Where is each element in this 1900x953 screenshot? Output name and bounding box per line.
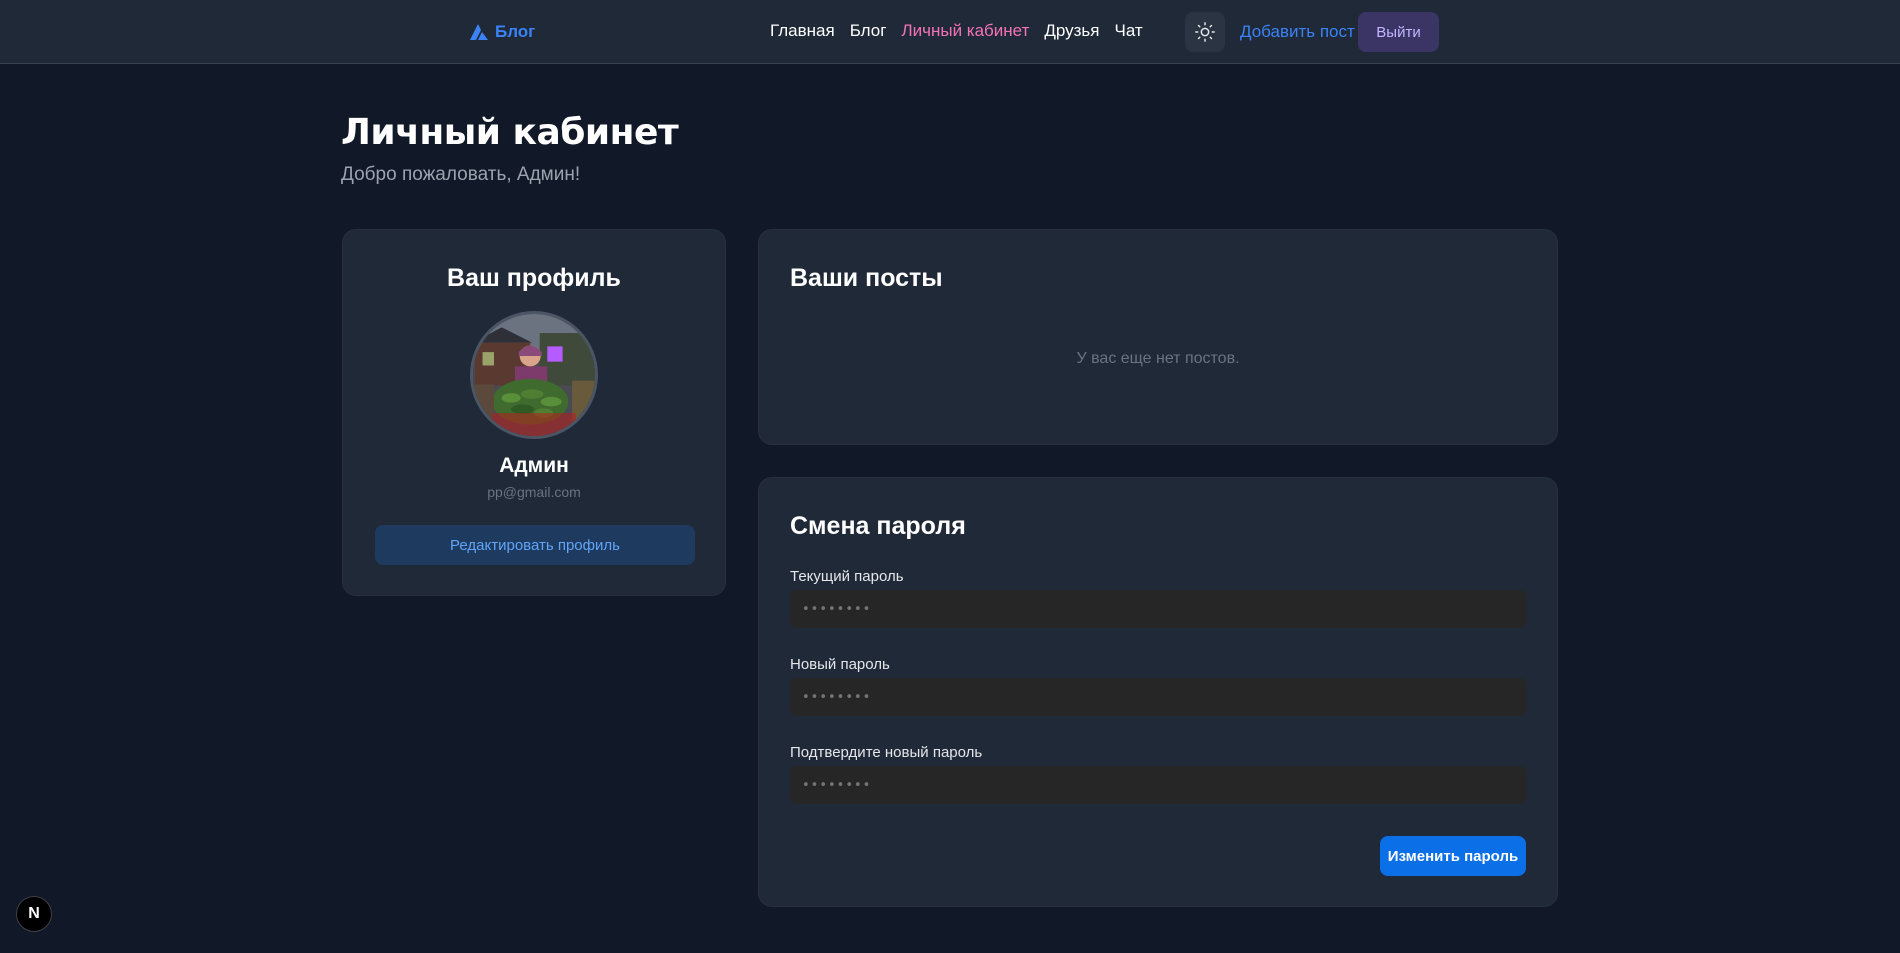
logo-text: Блог	[495, 22, 536, 41]
avatar-image	[473, 314, 595, 436]
add-post-link[interactable]: Добавить пост	[1240, 20, 1355, 44]
change-password-card: Смена пароля Текущий пароль Новый пароль…	[758, 477, 1558, 907]
confirm-password-label: Подтвердите новый пароль	[790, 744, 983, 761]
edit-profile-button[interactable]: Редактировать профиль	[375, 525, 695, 565]
profile-card: Ваш профиль Админ pp@gmail.com Редактиро…	[342, 229, 726, 596]
current-password-label: Текущий пароль	[790, 568, 904, 585]
top-navbar: Блог Главная Блог Личный кабинет Друзья …	[0, 0, 1900, 64]
theme-toggle-button[interactable]	[1185, 12, 1225, 52]
logo-link[interactable]: Блог	[469, 20, 535, 44]
nav-chat[interactable]: Чат	[1115, 20, 1143, 42]
profile-name: Админ	[499, 454, 569, 477]
current-password-input[interactable]	[790, 590, 1527, 628]
logo-icon	[470, 24, 488, 40]
page-title: Личный кабинет	[341, 112, 679, 153]
logout-button[interactable]: Выйти	[1358, 12, 1439, 52]
confirm-password-input[interactable]	[790, 766, 1527, 804]
sun-icon	[1195, 22, 1215, 42]
profile-card-title: Ваш профиль	[447, 264, 621, 292]
nav-blog[interactable]: Блог	[850, 20, 887, 42]
change-password-title: Смена пароля	[790, 512, 966, 540]
main-nav: Главная Блог Личный кабинет Друзья Чат	[770, 20, 1143, 42]
welcome-text: Добро пожаловать, Админ!	[341, 164, 581, 185]
change-password-button[interactable]: Изменить пароль	[1380, 836, 1526, 876]
nav-home[interactable]: Главная	[770, 20, 835, 42]
posts-card-title: Ваши посты	[790, 264, 943, 292]
nav-friends[interactable]: Друзья	[1044, 20, 1099, 42]
new-password-input[interactable]	[790, 678, 1527, 716]
new-password-label: Новый пароль	[790, 656, 890, 673]
posts-card: Ваши посты У вас еще нет постов.	[758, 229, 1558, 445]
nav-account[interactable]: Личный кабинет	[901, 20, 1029, 42]
posts-empty-message: У вас еще нет постов.	[1076, 350, 1240, 367]
avatar	[470, 311, 598, 439]
next-dev-badge[interactable]: N	[16, 896, 52, 932]
next-badge-letter: N	[28, 905, 40, 922]
profile-email: pp@gmail.com	[487, 484, 581, 500]
